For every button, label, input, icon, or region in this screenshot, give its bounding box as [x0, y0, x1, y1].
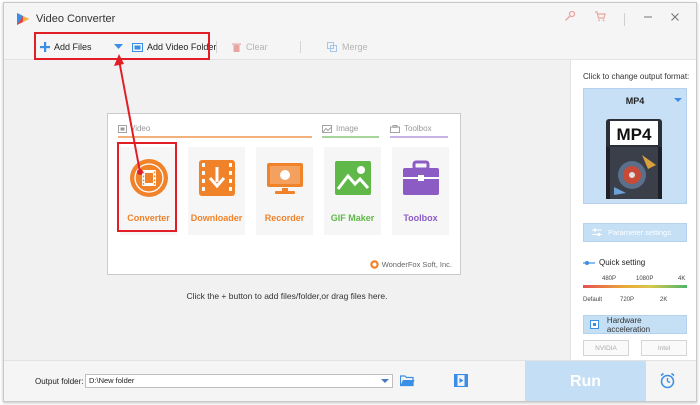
merge-button[interactable]: Merge	[327, 39, 368, 55]
section-toolbox-label: Toolbox	[404, 124, 432, 133]
toolbox-tile[interactable]: Toolbox	[392, 147, 449, 235]
video-section-icon	[118, 124, 127, 133]
intel-option[interactable]: Intel	[641, 340, 687, 356]
toolbox-section-line	[390, 136, 448, 138]
section-video-label: Video	[130, 124, 151, 133]
brand-mark: WonderFox Soft, Inc.	[369, 260, 452, 269]
title-bar: Video Converter	[4, 3, 696, 34]
titlebar-divider	[624, 13, 625, 26]
toolbar-divider	[216, 41, 217, 53]
gif-maker-label: GIF Maker	[330, 213, 375, 223]
intel-label: Intel	[657, 344, 671, 352]
alarm-clock-icon[interactable]	[659, 372, 676, 389]
clear-button[interactable]: Clear	[232, 39, 268, 55]
downloader-icon	[199, 160, 235, 196]
bottom-bar: Output folder: D:\New folder Run	[4, 360, 696, 401]
checkbox-icon	[590, 320, 599, 329]
window-title: Video Converter	[36, 13, 116, 25]
quality-2k[interactable]: 2K	[660, 297, 667, 303]
quick-setting: Quick setting	[583, 258, 645, 267]
run-button[interactable]: Run	[525, 361, 646, 401]
browse-folder-icon[interactable]	[400, 374, 415, 387]
downloader-tile[interactable]: Downloader	[188, 147, 245, 235]
drop-hint: Click the + button to add files/folder,o…	[186, 291, 388, 301]
add-files-highlight	[34, 32, 210, 60]
toolbar-divider	[300, 41, 301, 53]
nvidia-option[interactable]: NVIDIA	[583, 340, 629, 356]
quality-1080p[interactable]: 1080P	[636, 276, 653, 282]
toolbox-label: Toolbox	[403, 213, 438, 223]
nvidia-label: NVIDIA	[595, 344, 617, 352]
open-output-folder-icon[interactable]	[454, 374, 468, 387]
sliders-icon	[592, 228, 602, 236]
section-video: Video	[118, 124, 150, 133]
output-format-name: MP4	[625, 96, 645, 106]
quality-480p[interactable]: 480P	[602, 276, 616, 282]
merge-label: Merge	[342, 42, 368, 52]
converter-highlight	[117, 142, 177, 232]
recorder-label: Recorder	[264, 213, 305, 223]
key-icon[interactable]	[561, 10, 579, 28]
video-section-line	[118, 136, 312, 138]
image-section-line	[322, 136, 379, 138]
mp4-format-icon: MP4	[606, 119, 662, 199]
quality-slider[interactable]	[583, 285, 687, 288]
trash-icon	[232, 43, 241, 52]
toolbox-section-icon	[390, 124, 400, 133]
downloader-label: Downloader	[190, 213, 243, 223]
chevron-down-icon[interactable]	[381, 379, 389, 383]
hardware-acceleration-toggle[interactable]: Hardware acceleration	[583, 315, 687, 334]
section-image: Image	[322, 124, 358, 133]
gif-maker-tile[interactable]: GIF Maker	[324, 147, 381, 235]
quality-default[interactable]: Default	[583, 297, 602, 303]
output-folder-label: Output folder:	[35, 377, 84, 386]
quality-4k[interactable]: 4K	[678, 276, 685, 282]
recorder-tile[interactable]: Recorder	[256, 147, 313, 235]
cart-icon[interactable]	[591, 10, 609, 28]
section-image-label: Image	[336, 124, 359, 133]
clear-label: Clear	[246, 42, 268, 52]
chevron-down-icon	[674, 98, 682, 102]
hardware-acceleration-label: Hardware acceleration	[606, 315, 651, 334]
quick-setting-label: Quick setting	[599, 258, 646, 267]
output-panel: Click to change output format: MP4 MP4 P…	[570, 60, 696, 360]
section-toolbox: Toolbox	[390, 124, 432, 133]
toolbox-icon	[403, 160, 439, 195]
app-window: Video Converter Add Files Add Video Fold…	[3, 2, 697, 402]
minimize-icon[interactable]	[639, 10, 657, 28]
drop-area[interactable]: Video Image Toolbox Converter Downloader…	[4, 60, 570, 360]
gif-maker-icon	[335, 161, 371, 195]
quality-720p[interactable]: 720P	[620, 297, 634, 303]
image-section-icon	[322, 124, 332, 133]
output-folder-field[interactable]: D:\New folder	[85, 374, 393, 388]
parameter-settings-button[interactable]: Parameter settings	[583, 223, 687, 242]
parameter-settings-label: Parameter settings	[608, 228, 671, 237]
output-folder-path: D:\New folder	[89, 376, 135, 385]
output-format-selector[interactable]: MP4 MP4	[583, 88, 687, 204]
output-format-caption: Click to change output format:	[583, 72, 690, 81]
slider-icon	[583, 260, 595, 265]
app-logo-icon	[17, 13, 29, 25]
recorder-icon	[267, 163, 303, 194]
format-icon-text: MP4	[617, 125, 653, 144]
close-icon[interactable]	[666, 10, 684, 28]
brand-label: WonderFox Soft, Inc.	[381, 260, 452, 269]
merge-icon	[327, 42, 337, 52]
wonderfox-logo-icon	[369, 260, 379, 269]
